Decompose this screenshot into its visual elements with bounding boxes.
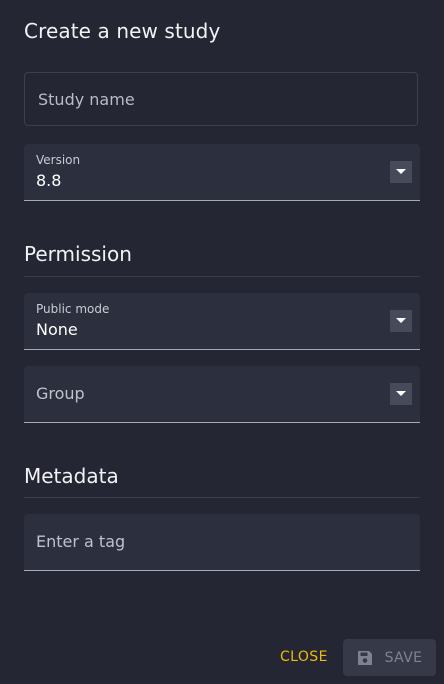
permission-section-title: Permission <box>24 242 132 266</box>
save-button[interactable]: SAVE <box>343 639 436 676</box>
save-icon <box>357 650 373 666</box>
public-mode-label: Public mode <box>36 302 110 316</box>
dialog-actions: CLOSE SAVE <box>0 639 444 676</box>
metadata-section-title: Metadata <box>24 464 119 488</box>
group-select[interactable]: Group <box>24 366 420 423</box>
tag-input[interactable]: Enter a tag <box>24 514 420 571</box>
permission-divider <box>24 276 420 277</box>
public-mode-value: None <box>36 320 78 339</box>
public-mode-select[interactable]: Public mode None <box>24 293 420 350</box>
study-name-placeholder: Study name <box>38 90 135 109</box>
version-select[interactable]: Version 8.8 <box>24 144 420 201</box>
tag-placeholder: Enter a tag <box>36 532 126 551</box>
metadata-divider <box>24 497 420 498</box>
chevron-down-icon[interactable] <box>390 383 412 405</box>
version-label: Version <box>36 153 81 167</box>
dialog-title: Create a new study <box>24 19 221 43</box>
close-button[interactable]: CLOSE <box>272 639 336 675</box>
study-name-input[interactable]: Study name <box>24 72 418 126</box>
chevron-down-icon[interactable] <box>390 310 412 332</box>
chevron-down-icon[interactable] <box>390 161 412 183</box>
version-value: 8.8 <box>36 171 62 190</box>
save-button-label: SAVE <box>384 649 423 666</box>
group-placeholder: Group <box>36 384 85 403</box>
create-study-dialog: Create a new study Study name Version 8.… <box>0 0 444 684</box>
